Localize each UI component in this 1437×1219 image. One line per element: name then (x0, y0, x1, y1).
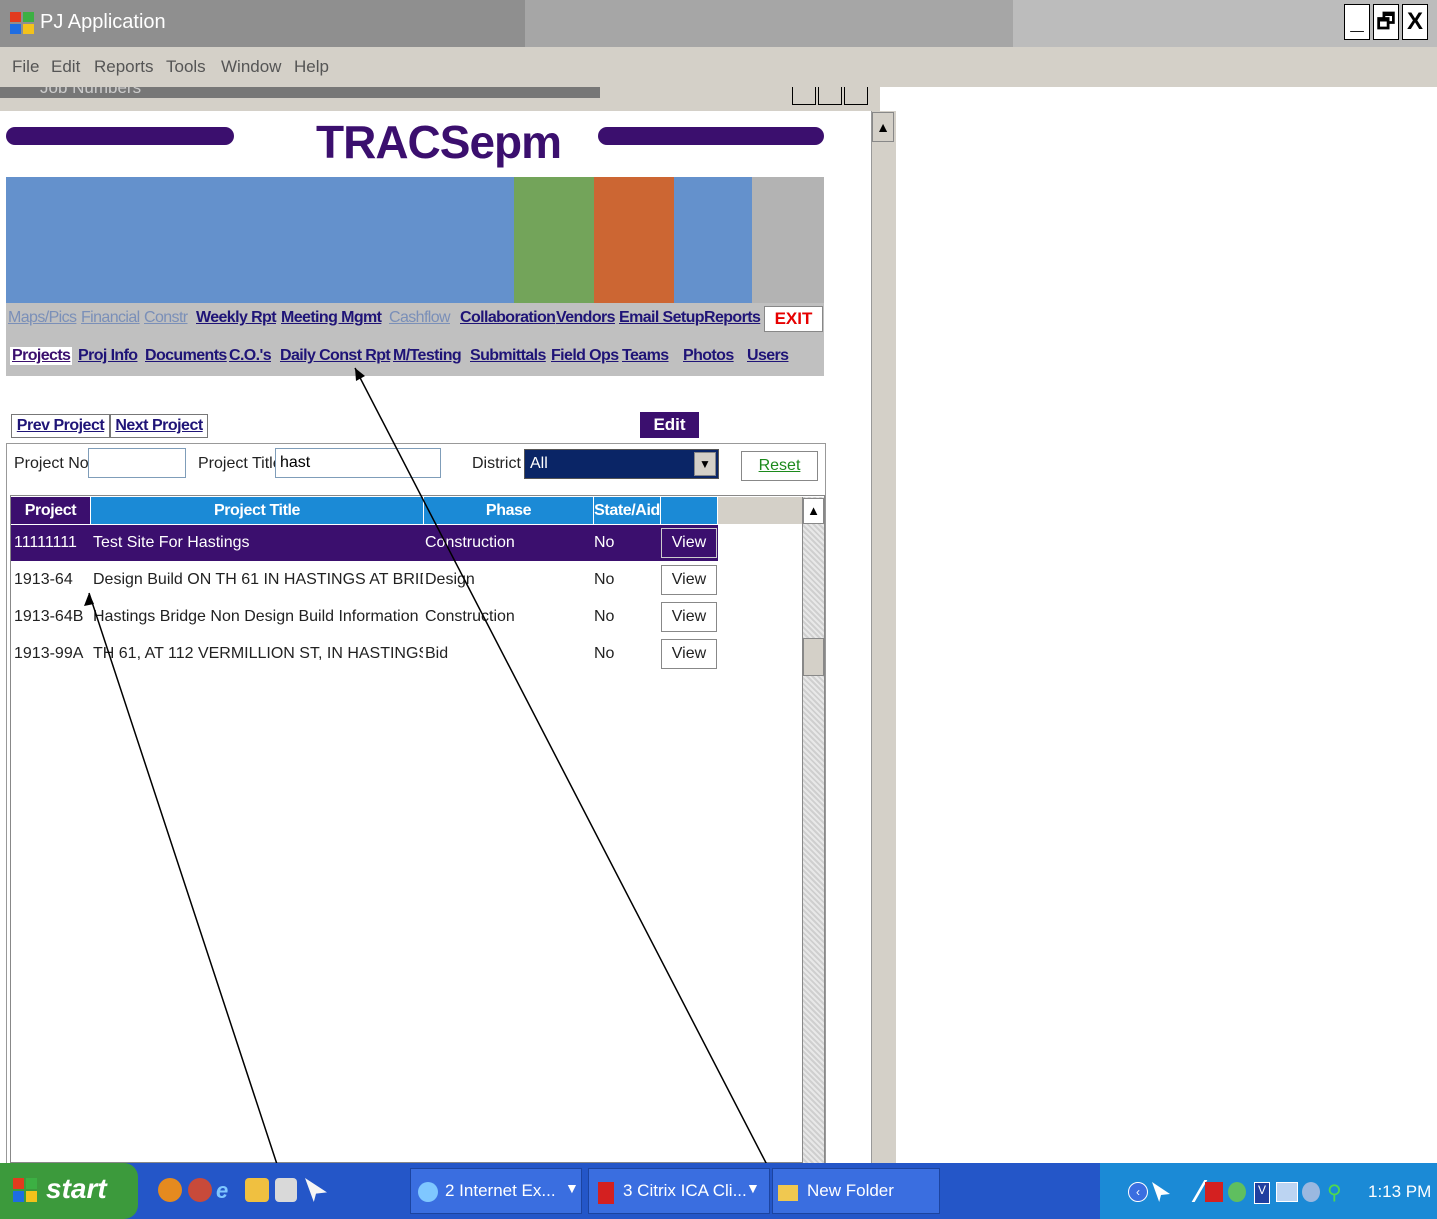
task-label: 2 Internet Ex... (445, 1181, 556, 1200)
tray-wireless-icon[interactable]: ⚲ (1327, 1180, 1345, 1204)
chevron-down-icon[interactable]: ▼ (746, 1180, 760, 1196)
task-citrix-ica[interactable]: 3 Citrix ICA Cli... (588, 1168, 770, 1214)
tray-antivirus-icon[interactable]: V (1254, 1182, 1270, 1204)
clock: 1:13 PM (1368, 1182, 1432, 1201)
quicklaunch-app-icon[interactable] (275, 1178, 297, 1202)
start-button[interactable]: start (0, 1163, 138, 1219)
chevron-down-icon[interactable]: ▼ (565, 1180, 579, 1196)
quicklaunch-outlook-icon[interactable] (245, 1178, 269, 1202)
task-label: New Folder (807, 1181, 894, 1200)
tray-expand-icon[interactable]: ‹ (1128, 1182, 1148, 1202)
tray-sound-icon[interactable] (1302, 1182, 1320, 1202)
task-label: 3 Citrix ICA Cli... (623, 1181, 747, 1200)
tray-monitor-icon[interactable] (1276, 1182, 1298, 1202)
windows-logo-icon (13, 1178, 37, 1202)
ie-icon (418, 1182, 438, 1202)
quicklaunch-browser-icon[interactable] (158, 1178, 182, 1202)
tray-security-icon[interactable] (1205, 1182, 1223, 1202)
citrix-icon (598, 1182, 614, 1204)
annotation-arrows (84, 367, 796, 1219)
annotation-arrow-line (88, 592, 296, 1219)
folder-icon (778, 1185, 798, 1201)
start-label: start (46, 1173, 107, 1204)
annotation-arrowhead-icon (84, 593, 94, 606)
quicklaunch-media-icon[interactable] (188, 1178, 212, 1202)
annotation-arrow-line (354, 367, 796, 1219)
tray-network-icon[interactable] (1228, 1182, 1246, 1202)
quicklaunch-ie-icon[interactable]: e (216, 1178, 238, 1203)
